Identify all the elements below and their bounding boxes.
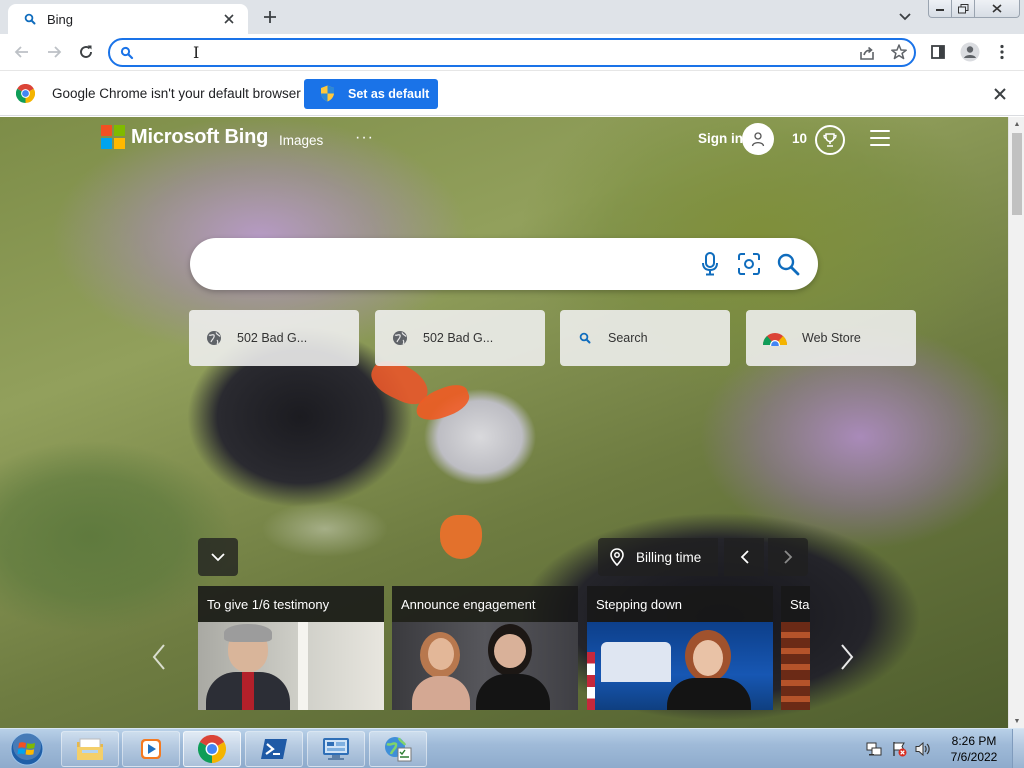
carousel-prev-icon[interactable] <box>148 637 170 677</box>
tab-title: Bing <box>47 11 74 27</box>
brand-name: Microsoft Bing <box>131 125 269 148</box>
globe-icon <box>205 329 223 347</box>
nav-images-link[interactable]: Images <box>279 133 323 148</box>
taskbar-media-player-icon[interactable] <box>122 731 180 767</box>
new-tab-button[interactable] <box>258 6 282 28</box>
chrome-logo-icon <box>15 83 36 104</box>
bing-logo[interactable]: Microsoft Bing <box>101 125 268 149</box>
quick-link-label: 502 Bad G... <box>423 331 494 345</box>
address-input[interactable] <box>142 43 842 62</box>
default-browser-infobar: Google Chrome isn't your default browser… <box>0 70 1024 116</box>
visual-search-icon[interactable] <box>736 251 762 277</box>
bing-search-input[interactable] <box>214 252 694 276</box>
clock-time: 8:26 PM <box>951 734 997 748</box>
quick-link-tile[interactable]: Search <box>560 310 730 366</box>
quick-link-tile[interactable]: 502 Bad G... <box>375 310 545 366</box>
address-bar[interactable]: I <box>108 38 916 67</box>
news-thumbnail <box>392 622 578 710</box>
scroll-down-arrow-icon[interactable]: ▼ <box>1009 714 1024 728</box>
infobar-close-icon[interactable] <box>990 84 1010 104</box>
rewards-trophy-icon[interactable] <box>815 125 845 155</box>
scrollbar-thumb[interactable] <box>1012 133 1022 215</box>
image-location-button[interactable]: Billing time <box>598 538 718 576</box>
collapse-feed-button[interactable] <box>198 538 238 576</box>
taskbar-explorer-icon[interactable] <box>61 731 119 767</box>
browser-toolbar: I <box>0 34 1024 70</box>
volume-tray-icon[interactable] <box>915 741 931 757</box>
side-panel-icon[interactable] <box>926 40 950 64</box>
microphone-icon[interactable] <box>697 251 723 277</box>
clock-date: 7/6/2022 <box>950 750 998 764</box>
set-as-default-label: Set as default <box>348 87 430 101</box>
nav-more-link[interactable]: ··· <box>355 129 374 147</box>
quick-link-tile[interactable]: Web Store <box>746 310 916 366</box>
bookmark-star-icon[interactable] <box>890 43 908 61</box>
quick-link-label: 502 Bad G... <box>237 331 308 345</box>
rewards-points[interactable]: 10 <box>792 131 807 146</box>
news-thumbnail <box>587 622 773 710</box>
action-center-flag-icon[interactable] <box>891 741 907 757</box>
system-clock[interactable]: 8:26 PM 7/6/2022 <box>942 733 1006 765</box>
reload-icon[interactable] <box>72 38 100 66</box>
uac-shield-icon <box>320 85 335 102</box>
taskbar-network-tool-icon[interactable] <box>369 731 427 767</box>
profile-icon[interactable] <box>958 40 982 64</box>
tab-close-icon[interactable] <box>220 10 238 28</box>
hamburger-menu-icon[interactable] <box>870 130 890 146</box>
text-cursor-icon: I <box>193 43 200 62</box>
quick-link-tile[interactable]: 502 Bad G... <box>189 310 359 366</box>
taskbar-remote-desktop-icon[interactable] <box>307 731 365 767</box>
news-headline: To give 1/6 testimony <box>198 586 384 622</box>
location-pin-icon <box>610 548 624 567</box>
image-location-label: Billing time <box>636 549 702 565</box>
minimize-button[interactable] <box>928 0 952 18</box>
page-scrollbar[interactable]: ▲ ▼ <box>1008 117 1024 728</box>
bing-search-icon <box>22 11 38 27</box>
chrome-webstore-icon <box>762 329 788 347</box>
show-desktop-button[interactable] <box>1012 729 1024 768</box>
news-card[interactable]: Announce engagement <box>392 586 578 710</box>
background-image-detail <box>440 515 482 559</box>
forward-icon[interactable] <box>40 38 68 66</box>
sign-in-link[interactable]: Sign in <box>698 131 743 146</box>
close-window-button[interactable] <box>974 0 1020 18</box>
tab-search-chevron-icon[interactable] <box>895 8 915 26</box>
back-icon[interactable] <box>8 38 36 66</box>
windows-taskbar: 8:26 PM 7/6/2022 <box>0 728 1024 768</box>
omnibox-search-icon <box>120 46 134 60</box>
news-card[interactable]: Star <box>781 586 810 710</box>
start-button[interactable] <box>4 730 50 768</box>
scroll-up-arrow-icon[interactable]: ▲ <box>1009 117 1024 131</box>
search-submit-icon[interactable] <box>775 251 801 277</box>
tab-strip: Bing <box>0 0 1024 34</box>
bing-search-box[interactable] <box>190 238 818 290</box>
next-image-button[interactable] <box>768 538 808 576</box>
quick-link-label: Search <box>608 331 648 345</box>
news-card[interactable]: To give 1/6 testimony <box>198 586 384 710</box>
news-thumbnail <box>781 622 810 710</box>
news-thumbnail <box>198 622 384 710</box>
news-headline: Stepping down <box>587 586 773 622</box>
previous-image-button[interactable] <box>724 538 764 576</box>
quick-link-label: Web Store <box>802 331 861 345</box>
globe-icon <box>391 329 409 347</box>
user-avatar-icon[interactable] <box>742 123 774 155</box>
news-card[interactable]: Stepping down <box>587 586 773 710</box>
search-icon <box>576 329 594 347</box>
microsoft-logo-icon <box>101 125 125 149</box>
bing-homepage: Microsoft Bing Images ··· Sign in 10 502… <box>0 117 1008 728</box>
tab-bing[interactable]: Bing <box>8 4 248 34</box>
restore-button[interactable] <box>951 0 975 18</box>
carousel-next-icon[interactable] <box>836 637 858 677</box>
taskbar-powershell-icon[interactable] <box>245 731 303 767</box>
taskbar-chrome-icon[interactable] <box>183 731 241 767</box>
menu-kebab-icon[interactable] <box>990 40 1014 64</box>
network-tray-icon[interactable] <box>866 741 882 757</box>
news-headline: Announce engagement <box>392 586 578 622</box>
news-headline: Star <box>781 586 810 622</box>
set-as-default-button[interactable]: Set as default <box>304 79 438 109</box>
share-icon[interactable] <box>858 44 876 62</box>
infobar-message: Google Chrome isn't your default browser <box>52 86 301 101</box>
